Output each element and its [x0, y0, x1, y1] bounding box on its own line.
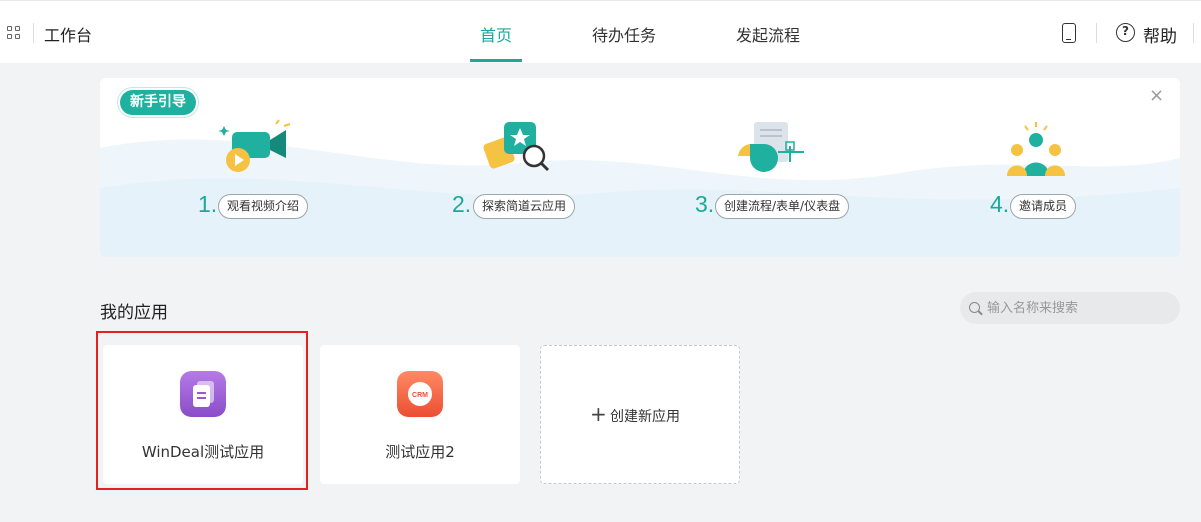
invite-members-icon — [1007, 122, 1065, 176]
tab-start-process[interactable]: 发起流程 — [736, 22, 800, 46]
divider — [33, 23, 34, 43]
explore-apps-icon — [483, 122, 550, 172]
document-app-icon — [180, 371, 226, 417]
step-number: 1. — [198, 191, 218, 217]
beginner-guide-panel: 新手引导 × 1. 观看视频介绍 2. 探索简道云应用 3. 创建流程/表单/仪… — [100, 78, 1180, 257]
divider — [1096, 23, 1097, 43]
app-card-windeal[interactable]: WinDeal测试应用 — [103, 345, 303, 484]
step-watch-video-button[interactable]: 观看视频介绍 — [218, 194, 309, 219]
create-new-app-label: 创建新应用 — [610, 409, 680, 425]
search-input[interactable] — [987, 298, 1172, 318]
mobile-phone-icon[interactable] — [1062, 23, 1076, 43]
step-number: 4. — [990, 191, 1010, 217]
video-camera-icon — [218, 119, 291, 172]
divider — [1193, 23, 1194, 43]
active-tab-indicator — [470, 59, 522, 62]
help-circle-icon[interactable]: ? — [1116, 23, 1135, 42]
guide-badge: 新手引导 — [120, 90, 196, 115]
plus-icon: + — [590, 402, 607, 426]
my-apps-title: 我的应用 — [100, 303, 168, 323]
step-number: 2. — [452, 191, 472, 217]
close-icon[interactable]: × — [1149, 85, 1164, 106]
step-number: 3. — [695, 191, 715, 217]
apps-grid-icon[interactable] — [7, 26, 20, 39]
app-name: 测试应用2 — [385, 443, 455, 461]
help-link[interactable]: 帮助 — [1143, 22, 1177, 47]
create-new-app-card[interactable]: + 创建新应用 — [540, 345, 740, 484]
search-icon — [969, 302, 980, 313]
tab-todo-tasks[interactable]: 待办任务 — [592, 22, 656, 46]
crm-icon-text: CRM — [412, 392, 428, 399]
step-invite-members-button[interactable]: 邀请成员 — [1010, 194, 1077, 219]
app-card-test-2[interactable]: CRM 测试应用2 — [320, 345, 520, 484]
crm-app-icon: CRM — [397, 371, 443, 417]
step-explore-apps-button[interactable]: 探索简道云应用 — [473, 194, 576, 219]
app-search-box[interactable] — [960, 292, 1180, 324]
step-create-process-button[interactable]: 创建流程/表单/仪表盘 — [715, 194, 850, 219]
workspace-title: 工作台 — [44, 26, 93, 45]
tab-home[interactable]: 首页 — [480, 22, 512, 46]
app-name: WinDeal测试应用 — [141, 443, 265, 461]
top-navigation-bar: 工作台 首页 待办任务 发起流程 ? 帮助 — [0, 0, 1201, 63]
create-form-chart-icon — [738, 122, 804, 172]
